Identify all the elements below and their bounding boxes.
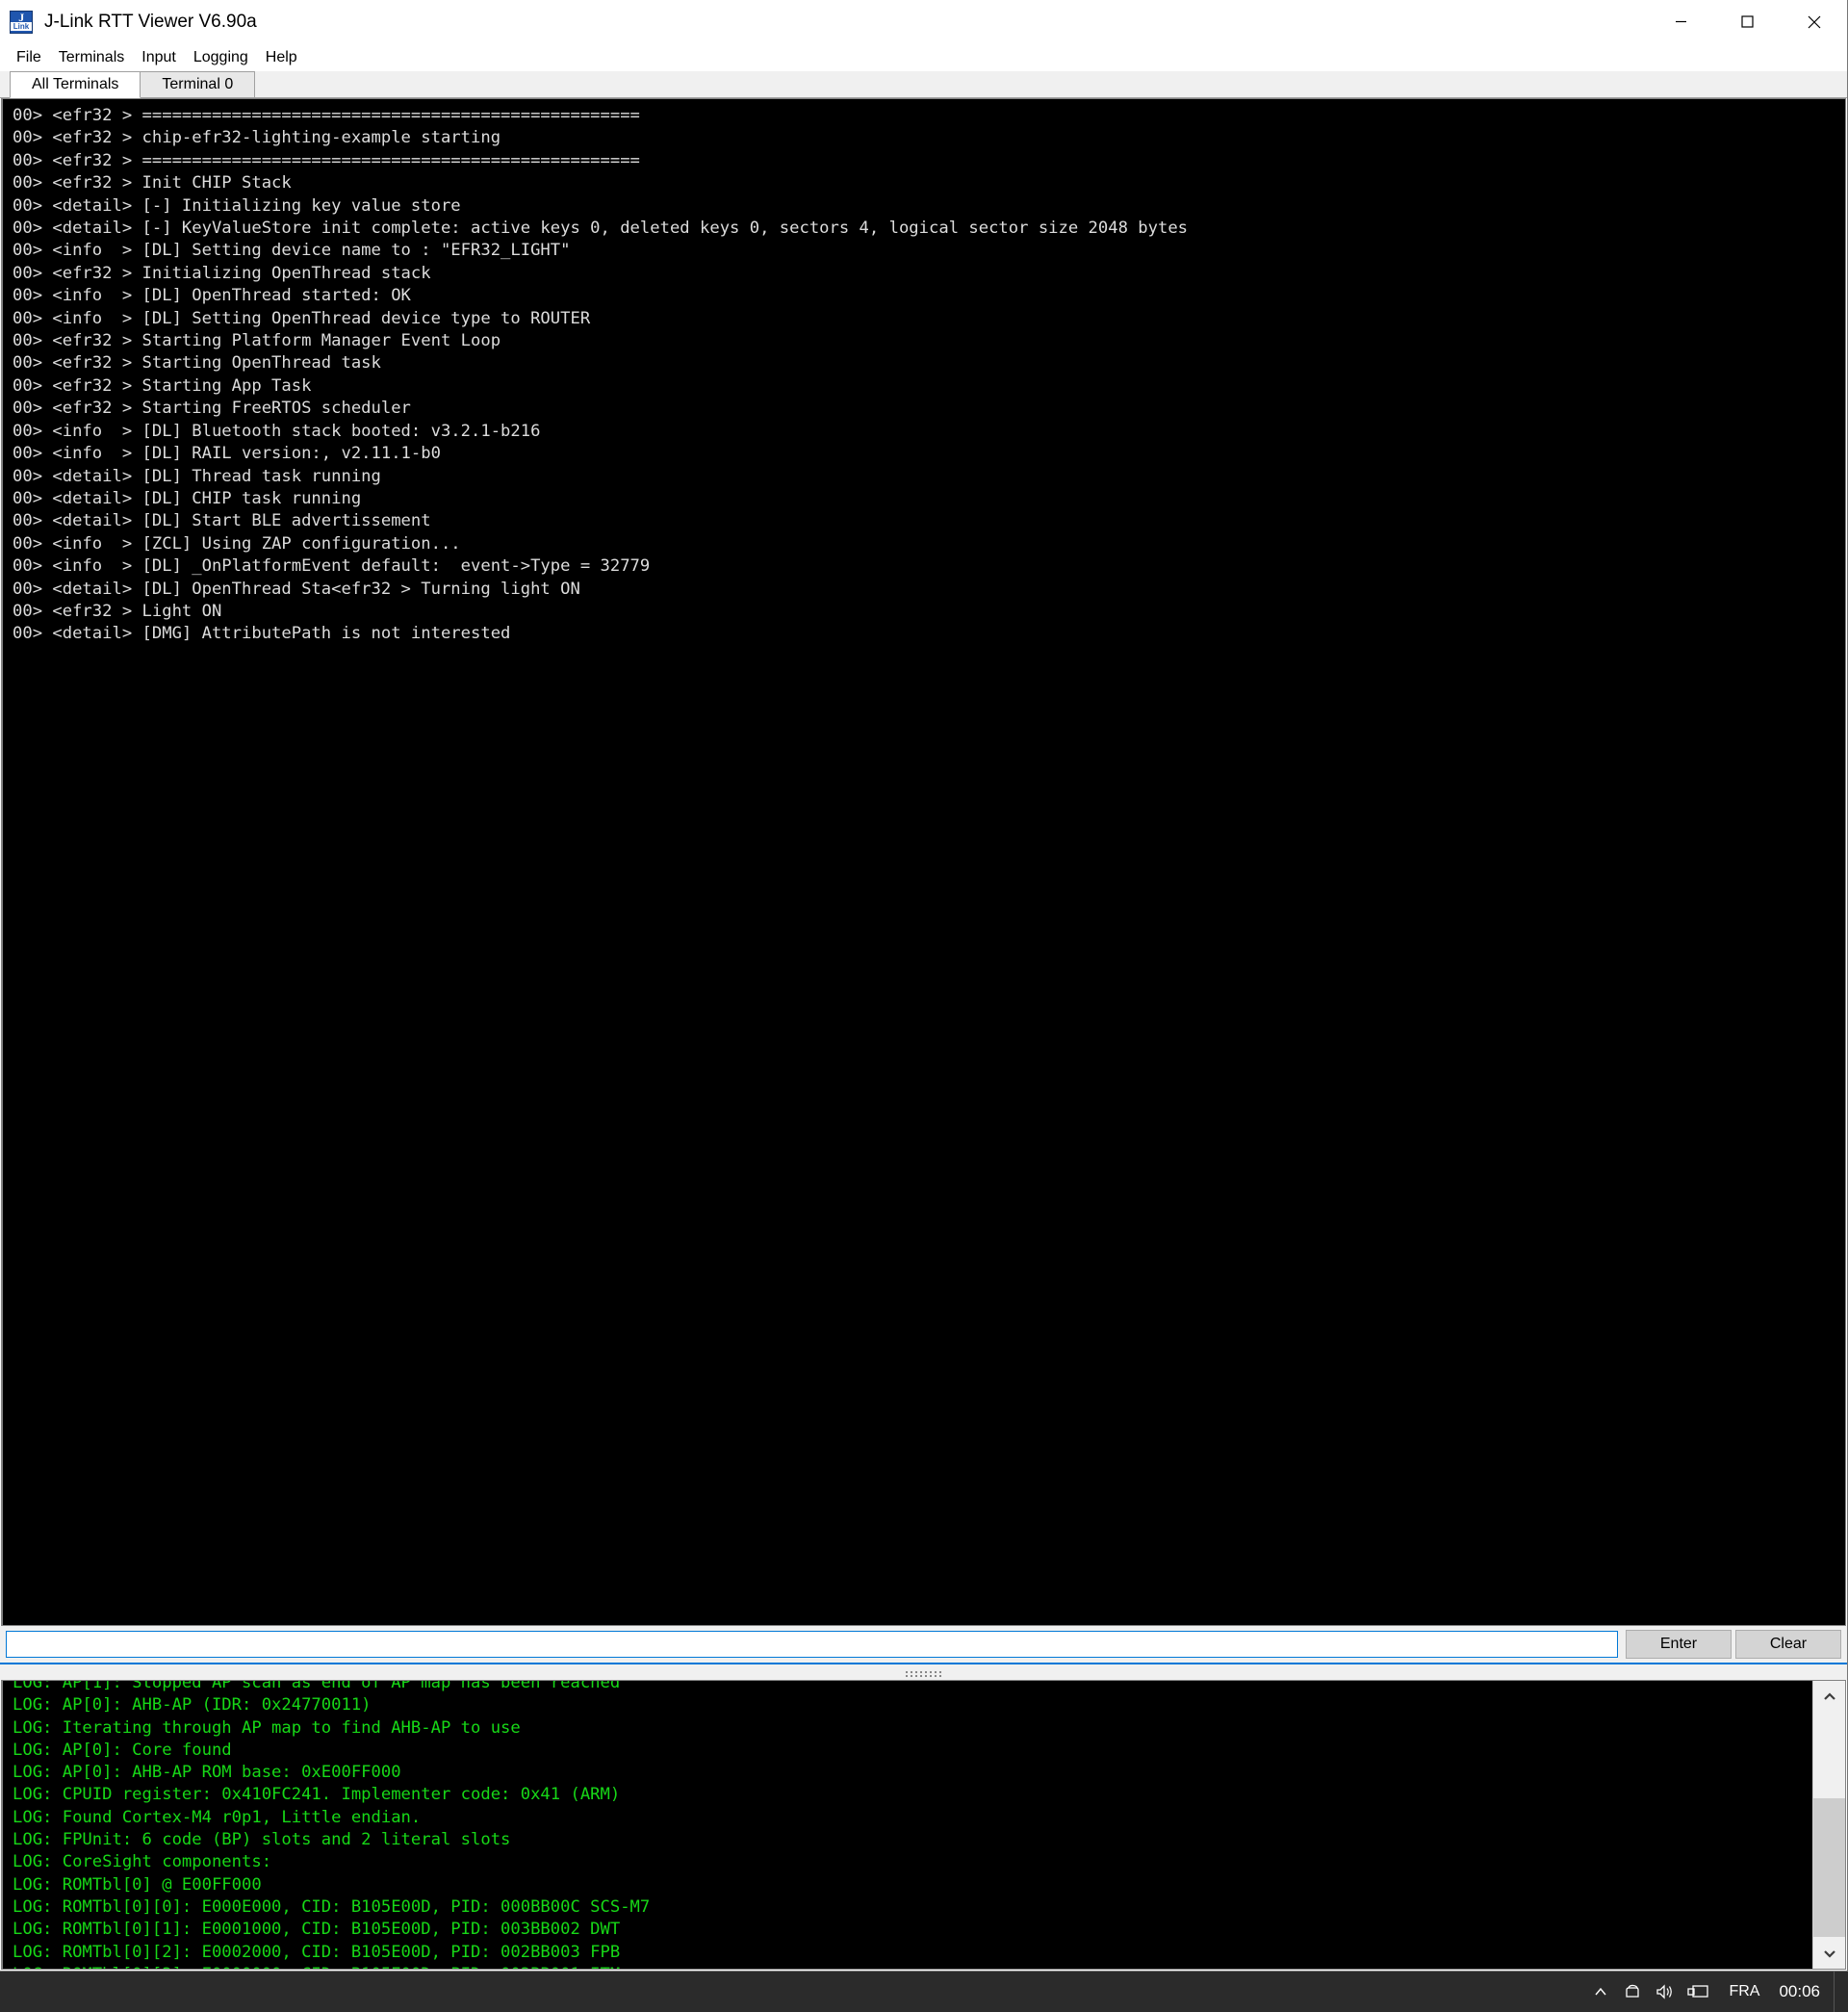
log-line: LOG: Found Cortex-M4 r0p1, Little endian…	[13, 1807, 422, 1827]
taskbar-clock[interactable]: 00:06	[1773, 1972, 1834, 2012]
keyboard-language-indicator[interactable]: FRA	[1715, 1972, 1773, 2012]
show-hidden-icons-chevron-up-icon[interactable]	[1584, 1972, 1617, 2012]
log-line: LOG: FPUnit: 6 code (BP) slots and 2 lit…	[13, 1830, 511, 1850]
terminal-line: 00> <efr32 > Light ON	[13, 601, 222, 621]
system-tray: FRA 00:06	[1584, 1972, 1844, 2012]
command-input[interactable]	[6, 1631, 1618, 1658]
terminal-line: 00> <efr32 > ===========================…	[13, 150, 640, 170]
terminal-tab-bar: All Terminals Terminal 0	[0, 71, 1847, 98]
panel-splitter[interactable]	[0, 1663, 1847, 1680]
terminal-line: 00> <info > [DL] Bluetooth stack booted:…	[13, 421, 541, 441]
terminal-line: 00> <info > [DL] OpenThread started: OK	[13, 286, 411, 306]
menu-item-file[interactable]: File	[8, 46, 50, 69]
terminal-line: 00> <efr32 > Starting OpenThread task	[13, 353, 381, 374]
network-monitor-icon[interactable]	[1682, 1972, 1715, 2012]
terminal-line: 00> <info > [DL] _OnPlatformEvent defaul…	[13, 556, 651, 577]
log-lines: LOG: AP[1]: Stopped AP scan as end of AP…	[3, 1681, 680, 1969]
chevron-down-icon	[1823, 1949, 1835, 1958]
clear-button[interactable]: Clear	[1735, 1630, 1841, 1659]
terminal-line: 00> <info > [DL] Setting OpenThread devi…	[13, 308, 591, 328]
scroll-thumb[interactable]	[1813, 1797, 1845, 1937]
log-line: LOG: ROMTbl[0][1]: E0001000, CID: B105E0…	[13, 1920, 621, 1940]
log-line: LOG: AP[0]: Core found	[13, 1740, 232, 1760]
jlink-rtt-viewer-window: J Link J-Link RTT Viewer V6.90a File Ter…	[0, 0, 1848, 1972]
terminal-output-panel[interactable]: 00> <efr32 > ===========================…	[1, 98, 1846, 1626]
terminal-line: 00> <detail> [-] KeyValueStore init comp…	[13, 219, 1189, 239]
log-line: LOG: ROMTbl[0][2]: E0002000, CID: B105E0…	[13, 1942, 621, 1962]
log-line: LOG: AP[0]: AHB-AP (IDR: 0x24770011)	[13, 1695, 372, 1715]
terminal-lines: 00> <efr32 > ===========================…	[3, 99, 1845, 1625]
terminal-line: 00> <efr32 > ===========================…	[13, 106, 640, 125]
terminal-line: 00> <detail> [DMG] AttributePath is not …	[13, 624, 511, 644]
title-bar: J Link J-Link RTT Viewer V6.90a	[0, 0, 1847, 43]
window-title: J-Link RTT Viewer V6.90a	[44, 11, 257, 32]
terminal-line: 00> <efr32 > chip-efr32-lighting-example…	[13, 128, 501, 148]
menu-bar: File Terminals Input Logging Help	[0, 43, 1847, 71]
jlink-logo-icon: J Link	[10, 10, 33, 34]
log-inner: LOG: AP[1]: Stopped AP scan as end of AP…	[3, 1681, 1812, 1969]
log-line: LOG: CPUID register: 0x410FC241. Impleme…	[13, 1785, 621, 1805]
log-vertical-scrollbar[interactable]	[1812, 1681, 1845, 1969]
log-line: LOG: AP[1]: Stopped AP scan as end of AP…	[13, 1681, 621, 1692]
terminal-line: 00> <info > [DL] Setting device name to …	[13, 241, 571, 261]
onedrive-cloud-icon[interactable]	[1617, 1972, 1650, 2012]
log-line: LOG: AP[0]: AHB-AP ROM base: 0xE00FF000	[13, 1763, 401, 1783]
command-input-row: Enter Clear	[0, 1626, 1847, 1663]
chevron-up-icon	[1823, 1691, 1835, 1700]
menu-item-logging[interactable]: Logging	[185, 46, 257, 69]
terminal-line: 00> <detail> [-] Initializing key value …	[13, 195, 461, 216]
terminal-line: 00> <info > [DL] RAIL version:, v2.11.1-…	[13, 444, 441, 464]
menu-item-input[interactable]: Input	[133, 46, 185, 69]
log-line: LOG: CoreSight components:	[13, 1852, 272, 1872]
minimize-button[interactable]	[1648, 0, 1714, 43]
scroll-up-button[interactable]	[1813, 1681, 1845, 1713]
show-desktop-button[interactable]	[1834, 1972, 1844, 2012]
tab-terminal-0[interactable]: Terminal 0	[140, 71, 256, 97]
terminal-line: 00> <info > [ZCL] Using ZAP configuratio…	[13, 533, 461, 554]
menu-item-terminals[interactable]: Terminals	[50, 46, 133, 69]
text-ibeam-cursor-icon	[1108, 262, 1117, 293]
log-line: LOG: ROMTbl[0][3]: E0000000, CID: B105E0…	[13, 1964, 680, 1969]
volume-speaker-icon[interactable]	[1650, 1972, 1682, 2012]
log-line: LOG: Iterating through AP map to find AH…	[13, 1717, 521, 1738]
log-line: LOG: ROMTbl[0][0]: E000E000, CID: B105E0…	[13, 1896, 651, 1917]
tab-all-terminals[interactable]: All Terminals	[10, 71, 141, 98]
log-line: LOG: ROMTbl[0] @ E00FF000	[13, 1874, 262, 1895]
maximize-button[interactable]	[1714, 0, 1781, 43]
resize-grip-icon	[906, 1671, 941, 1673]
terminal-line: 00> <efr32 > Starting Platform Manager E…	[13, 331, 501, 351]
terminal-line: 00> <efr32 > Init CHIP Stack	[13, 173, 292, 193]
log-output-panel[interactable]: LOG: AP[1]: Stopped AP scan as end of AP…	[1, 1680, 1846, 1970]
windows-taskbar: FRA 00:06	[0, 1972, 1848, 2012]
scroll-track[interactable]	[1813, 1713, 1845, 1937]
terminal-line: 00> <detail> [DL] Start BLE advertisseme…	[13, 511, 431, 531]
enter-button[interactable]: Enter	[1626, 1630, 1732, 1659]
close-button[interactable]	[1781, 0, 1847, 43]
terminal-line: 00> <efr32 > Initializing OpenThread sta…	[13, 263, 431, 283]
scroll-down-button[interactable]	[1813, 1937, 1845, 1969]
terminal-line: 00> <detail> [DL] CHIP task running	[13, 488, 362, 508]
terminal-line: 00> <efr32 > Starting App Task	[13, 375, 312, 396]
terminal-line: 00> <detail> [DL] Thread task running	[13, 466, 381, 486]
terminal-line: 00> <efr32 > Starting FreeRTOS scheduler	[13, 399, 411, 419]
menu-item-help[interactable]: Help	[257, 46, 306, 69]
window-controls	[1648, 0, 1847, 43]
terminal-line: 00> <detail> [DL] OpenThread Sta<efr32 >…	[13, 579, 580, 599]
